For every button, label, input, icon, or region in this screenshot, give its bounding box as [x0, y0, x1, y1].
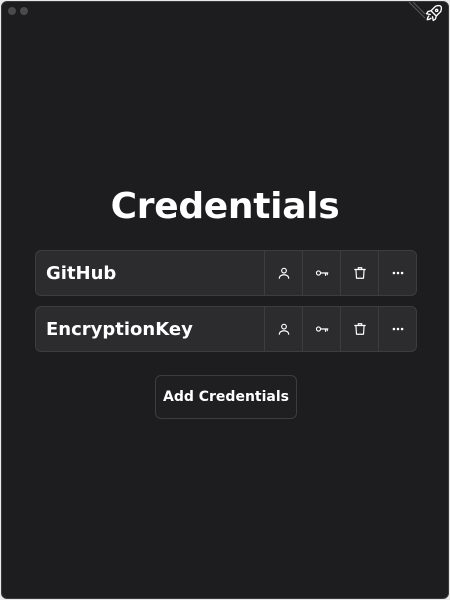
credential-name: EncryptionKey — [46, 318, 193, 340]
window-close-dot[interactable] — [8, 7, 16, 15]
trash-icon — [353, 267, 366, 279]
more-icon — [392, 271, 403, 275]
credential-row: EncryptionKey — [35, 306, 417, 352]
corner-fold-icon — [408, 2, 426, 19]
add-credentials-button[interactable]: Add Credentials — [155, 375, 297, 419]
window-minimize-dot[interactable] — [20, 7, 28, 15]
key-icon — [315, 326, 328, 332]
page-title: Credentials — [110, 186, 340, 227]
key-button[interactable] — [302, 251, 340, 295]
user-icon — [278, 323, 289, 335]
delete-button[interactable] — [340, 251, 378, 295]
rocket-icon[interactable] — [425, 4, 443, 22]
user-icon — [278, 267, 289, 279]
more-icon — [392, 327, 403, 331]
delete-button[interactable] — [340, 307, 378, 351]
credentials-list: GitHub EncryptionKey — [35, 250, 417, 362]
more-button[interactable] — [378, 251, 416, 295]
window-controls — [8, 7, 28, 15]
app-window: Credentials GitHub EncryptionKey Add Cre… — [1, 1, 449, 599]
key-button[interactable] — [302, 307, 340, 351]
key-icon — [315, 270, 328, 276]
more-button[interactable] — [378, 307, 416, 351]
credential-row: GitHub — [35, 250, 417, 296]
credential-name: GitHub — [46, 262, 117, 284]
user-button[interactable] — [264, 307, 302, 351]
user-button[interactable] — [264, 251, 302, 295]
trash-icon — [353, 323, 366, 335]
